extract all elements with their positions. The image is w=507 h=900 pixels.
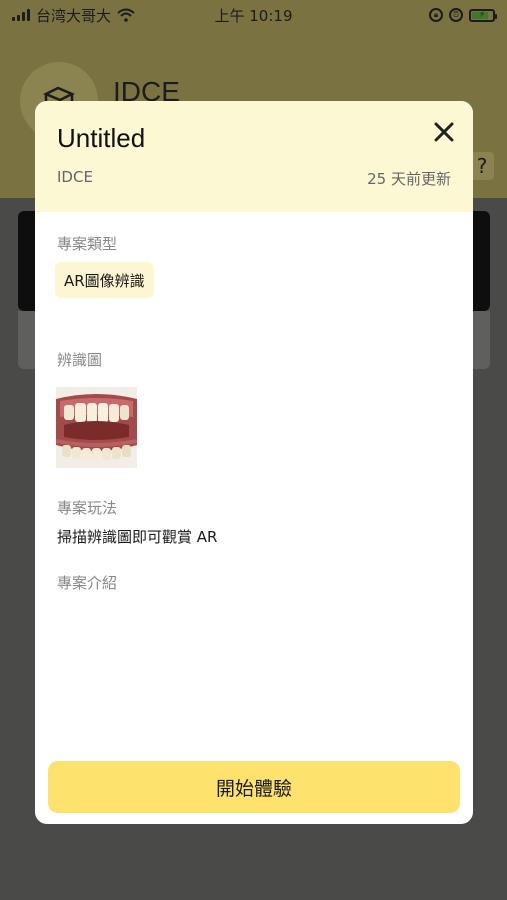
start-experience-button[interactable]: 開始體驗 bbox=[48, 761, 460, 813]
project-title: Untitled bbox=[57, 123, 146, 153]
wifi-icon bbox=[117, 8, 135, 22]
project-intro-label: 專案介紹 bbox=[57, 574, 118, 592]
project-type-badge: AR圖像辨識 bbox=[55, 262, 154, 298]
play-method-label: 專案玩法 bbox=[57, 499, 118, 517]
project-author: IDCE bbox=[57, 168, 93, 186]
marker-image-label: 辨識圖 bbox=[57, 351, 103, 369]
updated-time: 25 天前更新 bbox=[367, 170, 451, 188]
close-icon bbox=[434, 122, 454, 142]
close-button[interactable] bbox=[429, 117, 459, 147]
project-type-label: 專案類型 bbox=[57, 235, 118, 253]
status-bar: 台湾大哥大 上午 10:19 🔒︎ ⏰︎ ⚡︎ bbox=[0, 0, 507, 30]
modal-header: Untitled IDCE 25 天前更新 bbox=[35, 101, 473, 212]
carrier-name: 台湾大哥大 bbox=[36, 6, 112, 25]
marker-image-thumbnail[interactable] bbox=[56, 387, 137, 468]
project-detail-modal: Untitled IDCE 25 天前更新 專案類型 AR圖像辨識 辨識圖 專案… bbox=[35, 101, 473, 824]
alarm-icon: ⏰︎ bbox=[449, 8, 463, 22]
signal-icon bbox=[12, 9, 30, 21]
play-method-text: 掃描辨識圖即可觀賞 AR bbox=[57, 528, 218, 546]
battery-charging-icon: ⚡︎ bbox=[469, 8, 497, 22]
orientation-lock-icon: 🔒︎ bbox=[429, 8, 443, 22]
help-icon[interactable]: ? bbox=[470, 152, 494, 180]
